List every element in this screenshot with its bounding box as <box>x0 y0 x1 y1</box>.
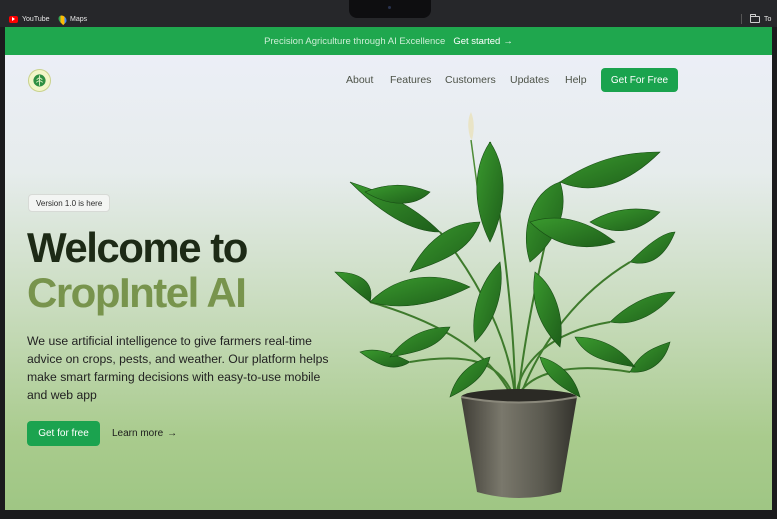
folder-icon <box>750 13 760 23</box>
nav-help[interactable]: Help <box>565 74 587 86</box>
announcement-banner: Precision Agriculture through AI Excelle… <box>5 27 772 55</box>
banner-get-started-link[interactable]: Get started → <box>453 36 513 47</box>
maps-icon <box>56 13 69 25</box>
hero-title-line1: Welcome to <box>27 224 248 271</box>
camera-notch <box>349 0 431 18</box>
camera-icon <box>388 6 391 9</box>
browser-bookmarks-bar: YouTube Maps To <box>0 0 777 27</box>
bookmark-folder[interactable]: To <box>750 13 771 25</box>
get-for-free-primary-button[interactable]: Get for free <box>27 421 100 446</box>
arrow-right-icon: → <box>503 35 513 47</box>
site-logo[interactable] <box>28 69 51 92</box>
learn-more-link[interactable]: Learn more → <box>112 421 177 446</box>
screen-bottom-edge <box>0 510 777 519</box>
hero-title-line2: CropIntel AI <box>27 269 247 316</box>
nav-updates[interactable]: Updates <box>510 74 549 86</box>
learn-more-label: Learn more <box>112 428 164 439</box>
banner-text: Precision Agriculture through AI Excelle… <box>264 35 446 47</box>
nav-features[interactable]: Features <box>390 74 431 86</box>
arrow-right-icon: → <box>167 428 178 439</box>
version-badge: Version 1.0 is here <box>28 194 111 212</box>
bookmark-folder-label: To <box>764 15 772 23</box>
bookmark-maps[interactable]: Maps <box>56 13 88 25</box>
bookmark-youtube-label: YouTube <box>22 15 50 23</box>
nav-customers[interactable]: Customers <box>445 74 496 86</box>
bookmark-youtube[interactable]: YouTube <box>9 13 50 25</box>
bookmark-maps-label: Maps <box>70 15 88 23</box>
landing-page: Precision Agriculture through AI Excelle… <box>5 27 772 510</box>
youtube-icon <box>9 15 18 23</box>
banner-link-label: Get started <box>453 35 501 47</box>
get-for-free-button[interactable]: Get For Free <box>601 68 678 92</box>
potted-plant-image <box>334 112 676 498</box>
leaf-logo-icon <box>33 74 46 87</box>
bookmarks-separator <box>741 14 742 24</box>
hero-description: We use artificial intelligence to give f… <box>27 334 329 402</box>
nav-about[interactable]: About <box>346 74 373 86</box>
